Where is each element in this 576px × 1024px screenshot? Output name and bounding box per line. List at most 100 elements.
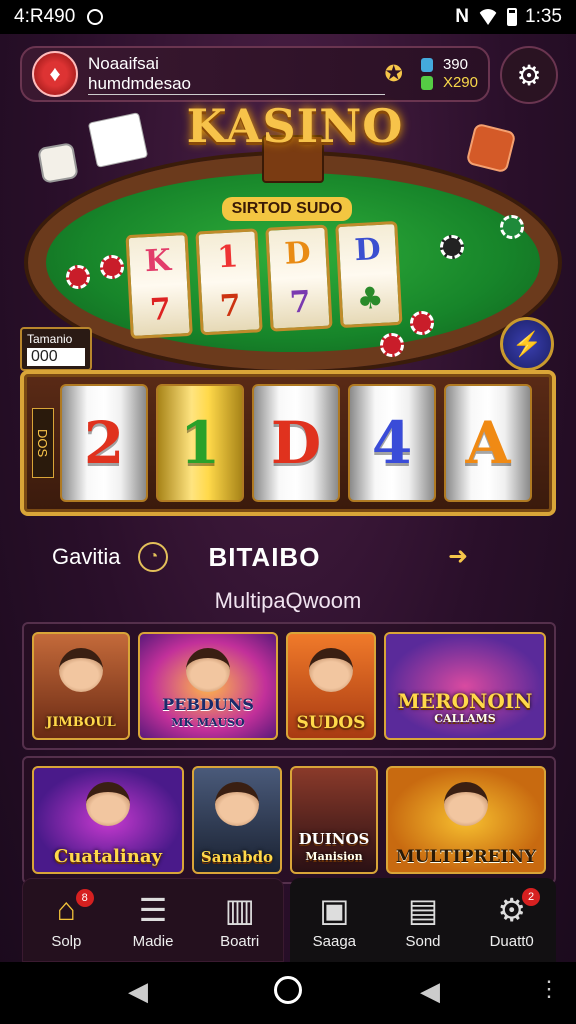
stack-icon: ☰ (138, 891, 168, 928)
bolt-icon[interactable]: ➜ (448, 542, 468, 571)
reel: 4 (348, 384, 436, 502)
settings-button[interactable]: ⚙ (500, 46, 558, 104)
game-title: Sanabdo (200, 848, 274, 866)
status-bar: 4:R490 N 1:35 (0, 0, 576, 34)
home-icon: ⌂ (56, 890, 76, 927)
recents-icon[interactable]: ◀ (420, 976, 440, 1007)
game-tile[interactable]: DUINOS Manision (290, 766, 378, 874)
chip-icon (380, 333, 404, 357)
chart-icon: ▥ (224, 891, 255, 928)
status-time: 4:R490 (14, 6, 76, 27)
chip-icon (500, 215, 524, 239)
info-title: BITAIBO (208, 541, 321, 572)
dice-icon (37, 142, 79, 184)
battery-icon (507, 8, 518, 26)
info-label: Gavitia (52, 544, 121, 569)
chip-icon (440, 235, 464, 259)
bet-label: Tamanio 000 (20, 327, 92, 371)
balance-secondary: X290 (442, 74, 478, 91)
nav-item-madie[interactable]: ☰ Madie (110, 879, 197, 961)
game-title: PEBDUNS MK MAUSO (162, 695, 254, 730)
slot-machine[interactable]: DOS 2 1 D 4 A (20, 370, 556, 516)
game-title: MERONOIN CALLAMS (397, 689, 533, 725)
balance-primary: 390 (442, 56, 468, 73)
cards-icon (87, 112, 149, 168)
nav-item-sond[interactable]: ▤ Sond (379, 878, 468, 962)
game-tile[interactable]: SUDOS (286, 632, 376, 740)
nav-item-duatt0[interactable]: ⚙ Duatt0 2 (467, 878, 556, 962)
home-button[interactable] (274, 976, 302, 1011)
hero-title: KASINO (186, 99, 404, 153)
game-tile[interactable]: Cuatalinay (32, 766, 184, 874)
character-avatar (309, 648, 353, 692)
gem-icon (420, 58, 433, 72)
game-title: JIMBOUL (46, 715, 116, 730)
clock-icon[interactable]: ◔ (138, 542, 169, 572)
balances: 390 X290 (420, 56, 478, 92)
chip-icon (100, 255, 124, 279)
mini-reel: K7 (125, 231, 193, 340)
chip-icon (410, 311, 434, 335)
character-avatar (186, 648, 230, 692)
game-tile[interactable]: MERONOIN CALLAMS (384, 632, 546, 740)
section-title: MultipaQwoom (214, 588, 362, 613)
mini-reel: 17 (195, 228, 263, 336)
gear-icon: ⚙ (516, 59, 542, 91)
notification-icon (87, 9, 104, 25)
game-tile[interactable]: PEBDUNS MK MAUSO (138, 632, 278, 740)
bet-value: 000 (27, 348, 85, 366)
reel: D (252, 384, 340, 502)
nav-group-right: ▣ Saaga ▤ Sond ⚙ Duatt0 2 (290, 878, 556, 962)
spin-button[interactable]: ⚡ (500, 317, 554, 371)
status-clock: 1:35 (525, 6, 562, 27)
game-tile[interactable]: JIMBOUL (32, 632, 130, 740)
nav-item-boatri[interactable]: ▥ Boatri (196, 879, 283, 961)
mini-reel: D7 (265, 224, 333, 332)
character-avatar (59, 648, 103, 692)
home-circle-icon (274, 976, 302, 1004)
coin-icon (420, 76, 433, 90)
table-sign: SIRTOD SUDO (222, 197, 352, 221)
reel: 1 (156, 384, 244, 502)
games-row: Cuatalinay Sanabdo DUINOS Manision MULTIP… (22, 756, 556, 884)
more-icon[interactable]: ⋮ (538, 976, 560, 1002)
game-tile[interactable]: MULTIPREINY (386, 766, 546, 874)
screen-icon: ▣ (319, 891, 350, 928)
nav-item-solp[interactable]: ⌂ Solp 8 (23, 879, 110, 961)
game-title: MULTIPREINY (395, 847, 537, 867)
signal-icon: N (455, 6, 470, 27)
character-avatar (86, 782, 130, 826)
reel: A (444, 384, 532, 502)
nav-group-left: ⌂ Solp 8 ☰ Madie ▥ Boatri (22, 878, 284, 962)
side-label: DOS (32, 408, 54, 478)
games-row: JIMBOUL PEBDUNS MK MAUSO SUDOS MERONOIN CA… (22, 622, 556, 750)
user-name: Noaaifsai (88, 53, 159, 73)
nav-item-saaga[interactable]: ▣ Saaga (290, 878, 379, 962)
notification-badge: 8 (75, 889, 94, 907)
hero-banner: KASINO SIRTOD SUDO K7 17 D7 D ♣ Tamanio 0… (0, 99, 576, 371)
lightning-icon: ⚡ (512, 330, 542, 358)
info-row: Gavitia ◔ BITAIBO ➜ (52, 540, 492, 574)
game-tile[interactable]: Sanabdo (192, 766, 282, 874)
notification-badge: 2 (522, 888, 541, 906)
mini-reel: D ♣ (335, 220, 403, 329)
character-avatar (444, 782, 488, 826)
user-subtitle: humdmdesao (88, 74, 385, 95)
mini-reels: K7 17 D7 D ♣ (125, 220, 403, 340)
profile-header[interactable]: ♦ Noaaifsai humdmdesao ✪ 390 X290 (20, 46, 490, 102)
system-nav-bar: ◀ ◀ ⋮ (0, 962, 576, 1024)
bottom-nav: ⌂ Solp 8 ☰ Madie ▥ Boatri ▣ Saaga ▤ Sond… (22, 878, 556, 962)
game-title: Cuatalinay (54, 846, 162, 867)
chip-icon (66, 265, 90, 289)
game-title: SUDOS (296, 713, 366, 733)
bag-icon[interactable]: ✪ (385, 61, 403, 87)
reel: 2 (60, 384, 148, 502)
user-info: Noaaifsai humdmdesao (88, 54, 385, 95)
game-title: DUINOS Manision (298, 830, 370, 863)
character-avatar (215, 782, 259, 826)
back-icon[interactable]: ◀ (128, 976, 148, 1007)
dice-icon (465, 122, 517, 174)
app-logo: ♦ (32, 51, 78, 97)
reels: 2 1 D 4 A (60, 384, 532, 502)
wallet-icon: ▤ (407, 891, 439, 928)
